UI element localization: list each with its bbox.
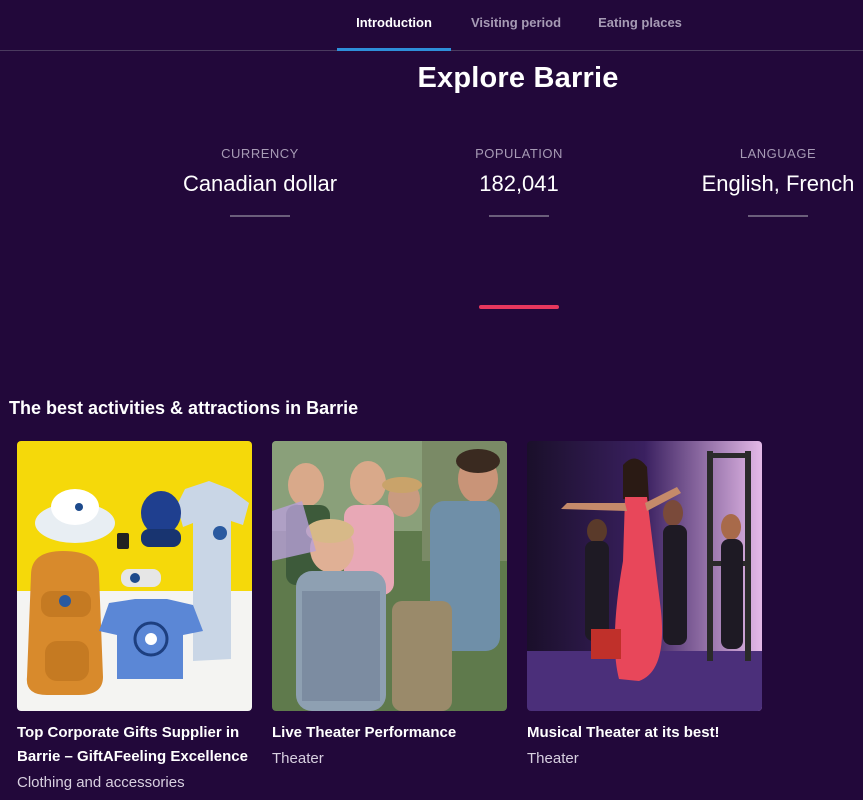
fact-label: LANGUAGE — [739, 146, 817, 161]
page-title: Explore Barrie — [417, 62, 619, 94]
card-title[interactable]: Musical Theater at its best! — [527, 721, 762, 745]
fact-value: Canadian dollar — [182, 171, 338, 196]
card-image-live-theater[interactable] — [272, 441, 507, 711]
activity-card[interactable]: Top Corporate Gifts Supplier in Barrie –… — [17, 441, 252, 793]
theater-actors-image — [272, 441, 507, 711]
section-title: The best activities & attractions in Bar… — [9, 398, 359, 418]
card-title[interactable]: Live Theater Performance — [272, 721, 507, 745]
fact-label: CURRENCY — [221, 146, 299, 161]
musical-stage-image — [527, 441, 762, 711]
card-image-musical-theater[interactable] — [527, 441, 762, 711]
fact-currency: CURRENCY Canadian dollar — [150, 146, 370, 217]
accent-divider — [479, 305, 559, 309]
card-category: Theater — [527, 750, 579, 767]
divider — [489, 215, 549, 217]
card-category: Clothing and accessories — [17, 774, 185, 791]
fact-value: English, French — [701, 171, 855, 196]
gifts-flatlay-image — [17, 441, 252, 711]
tab-introduction[interactable]: Introduction — [337, 0, 451, 51]
card-image-gifts[interactable] — [17, 441, 252, 711]
activity-card[interactable]: Live Theater Performance Theater — [272, 441, 507, 769]
tab-visiting-period[interactable]: Visiting period — [459, 0, 573, 50]
fact-label: POPULATION — [475, 146, 563, 161]
divider — [748, 215, 808, 217]
fact-language: LANGUAGE English, French — [668, 146, 863, 217]
activity-card[interactable]: Musical Theater at its best! Theater — [527, 441, 762, 769]
fact-population: POPULATION 182,041 — [409, 146, 629, 217]
tab-eating-places[interactable]: Eating places — [583, 0, 697, 50]
tab-bar: Introduction Visiting period Eating plac… — [0, 0, 863, 51]
card-category: Theater — [272, 750, 324, 767]
fact-value: 182,041 — [479, 171, 559, 196]
divider — [230, 215, 290, 217]
card-title[interactable]: Top Corporate Gifts Supplier in Barrie –… — [17, 721, 252, 769]
